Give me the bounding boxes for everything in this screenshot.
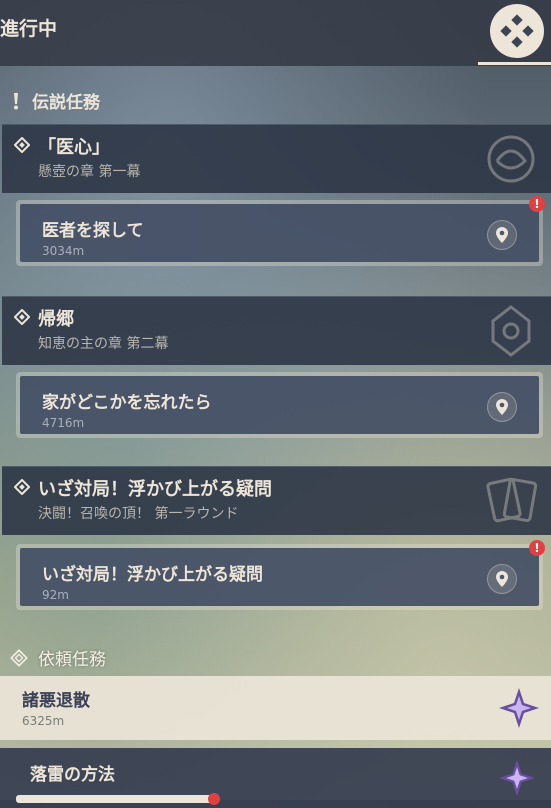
subquest-title: いざ対局！浮かび上がる疑問 — [42, 565, 263, 585]
navigate-button[interactable] — [487, 564, 517, 594]
quest-title: 帰郷 — [38, 309, 74, 330]
quest-subtitle: 知恵の主の章 第二幕 — [38, 336, 169, 352]
commission-star-icon — [498, 759, 536, 797]
exclamation-icon — [14, 92, 18, 109]
quest-diamond-icon — [14, 309, 30, 325]
commission-diamond-icon — [10, 648, 28, 667]
card-emblem-icon — [486, 477, 538, 523]
subquest-card-partial[interactable] — [16, 795, 212, 803]
subquest-card[interactable]: 家がどこかを忘れたら 4716m — [16, 372, 543, 438]
map-pin-icon — [496, 399, 508, 415]
quest-diamond-icon — [14, 137, 30, 153]
alert-badge: ! — [529, 540, 545, 556]
dragon-emblem-icon — [487, 135, 535, 183]
alert-badge — [208, 793, 220, 805]
sage-emblem-icon — [491, 305, 531, 357]
commission-distance: 6325m — [22, 714, 65, 728]
commission-section-header: 依頼任務 — [10, 645, 106, 670]
map-pin-icon — [496, 571, 508, 587]
section-label: 伝説任務 — [32, 93, 100, 113]
subquest-distance: 4716m — [42, 416, 85, 430]
commission-title: 落雷の方法 — [30, 765, 115, 785]
page-title: 進行中 — [0, 18, 58, 40]
navigate-button[interactable] — [487, 392, 517, 422]
subquest-title: 医者を探して — [42, 221, 144, 241]
quest-diamond-icon — [14, 479, 30, 495]
subquest-card[interactable]: いざ対局！浮かび上がる疑問 92m ! — [16, 540, 545, 610]
quest-menu-button[interactable] — [490, 4, 544, 58]
active-tab-indicator — [478, 62, 551, 65]
commission-item[interactable]: 諸悪退散 6325m — [0, 676, 551, 740]
subquest-distance: 92m — [42, 588, 69, 602]
map-pin-icon — [496, 227, 508, 243]
subquest-inner: 家がどこかを忘れたら 4716m — [20, 376, 539, 434]
quest-title: いざ対局！浮かび上がる疑問 — [38, 479, 272, 500]
subquest-card[interactable]: 医者を探して 3034m ! — [16, 196, 545, 266]
legend-quest-section-header: 伝説任務 — [10, 88, 100, 113]
quest-header-ishin[interactable]: 「医心」 懸壺の章 第一幕 — [2, 124, 551, 193]
subquest-inner: 医者を探して 3034m — [20, 204, 539, 262]
quest-subtitle: 懸壺の章 第一幕 — [38, 164, 141, 180]
quest-subtitle: 決闘！召喚の頂！ 第一ラウンド — [38, 506, 239, 522]
subquest-title: 家がどこかを忘れたら — [42, 393, 212, 413]
diamond-grid-icon — [500, 14, 534, 48]
commission-title: 諸悪退散 — [22, 691, 90, 711]
section-label: 依頼任務 — [38, 650, 106, 670]
top-bar: 進行中 — [0, 0, 551, 66]
commission-star-icon — [499, 688, 539, 728]
subquest-distance: 3034m — [42, 244, 85, 258]
quest-title: 「医心」 — [38, 137, 110, 158]
quest-header-taikyoku[interactable]: いざ対局！浮かび上がる疑問 決闘！召喚の頂！ 第一ラウンド — [2, 466, 551, 535]
subquest-inner: いざ対局！浮かび上がる疑問 92m — [20, 548, 539, 606]
quest-header-kikyou[interactable]: 帰郷 知恵の主の章 第二幕 — [2, 296, 551, 365]
alert-badge: ! — [529, 196, 545, 212]
navigate-button[interactable] — [487, 220, 517, 250]
